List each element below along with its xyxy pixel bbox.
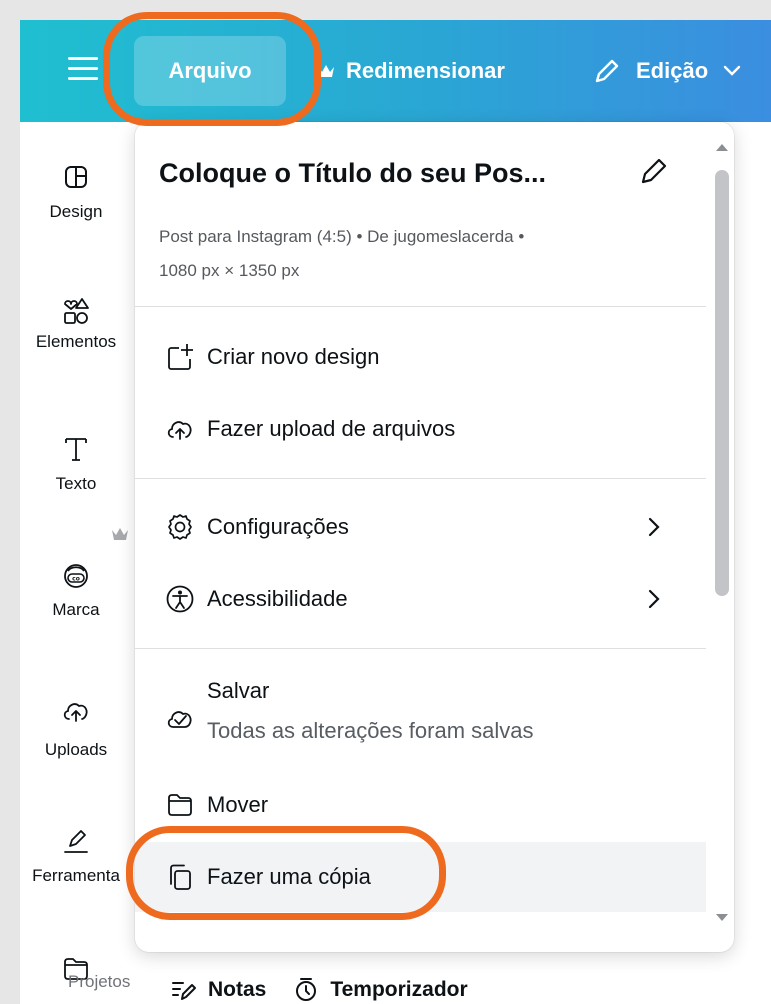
file-dropdown-menu: Coloque o Título do seu Pos... Post para… — [135, 122, 734, 952]
hamburger-menu-icon[interactable] — [68, 56, 98, 82]
menu-item-accessibility[interactable]: Acessibilidade — [135, 564, 706, 634]
resize-label: Redimensionar — [346, 58, 505, 83]
sidebar-item-elements[interactable]: Elementos — [20, 248, 132, 358]
accessibility-icon — [166, 585, 194, 613]
menu-item-label: Configurações — [207, 514, 349, 539]
layout-icon — [65, 166, 87, 188]
sidebar-item-uploads[interactable]: Uploads — [20, 656, 132, 766]
sidebar-item-label: Design — [49, 202, 103, 221]
save-label: Salvar — [207, 678, 270, 703]
notes-button[interactable]: Notas — [170, 976, 266, 1004]
menu-item-label: Fazer uma cópia — [207, 864, 371, 889]
scroll-down-arrow-icon[interactable] — [716, 914, 728, 921]
menu-divider — [135, 648, 706, 649]
menu-scrollbar[interactable] — [708, 122, 734, 952]
menu-divider — [135, 478, 706, 479]
timer-button[interactable]: Temporizador — [292, 976, 468, 1004]
menu-item-upload-files[interactable]: Fazer upload de arquivos — [135, 394, 706, 464]
editor-app: Arquivo Redimensionar Edição Design Elem… — [20, 20, 771, 1004]
crown-icon — [318, 65, 334, 77]
pencil-icon — [595, 59, 619, 83]
top-toolbar: Arquivo Redimensionar Edição — [20, 20, 771, 122]
sidebar-item-design[interactable]: Design — [20, 122, 132, 232]
file-menu-button[interactable]: Arquivo — [134, 36, 286, 106]
chevron-down-icon — [723, 65, 741, 76]
chevron-right-icon — [648, 517, 660, 537]
menu-item-label: Criar novo design — [207, 344, 380, 369]
menu-item-move[interactable]: Mover — [135, 770, 706, 840]
menu-item-label: Fazer upload de arquivos — [207, 416, 456, 441]
chevron-right-icon — [648, 589, 660, 609]
left-sidebar: Design Elementos Texto co Marca Uploads … — [20, 122, 132, 1004]
cloud-check-icon — [167, 711, 192, 728]
menu-item-make-copy[interactable]: Fazer uma cópia — [135, 842, 706, 912]
design-title[interactable]: Coloque o Título do seu Pos... — [159, 158, 546, 189]
sidebar-item-label: Projetos — [68, 972, 131, 991]
shapes-icon — [64, 298, 89, 324]
menu-item-save[interactable]: Salvar Todas as alterações foram salvas — [135, 678, 706, 758]
scroll-up-arrow-icon[interactable] — [716, 144, 728, 151]
design-dimensions: 1080 px × 1350 px — [159, 261, 300, 280]
sidebar-item-label: Ferramenta — [32, 866, 120, 885]
menu-item-label: Acessibilidade — [207, 586, 348, 611]
edit-mode-button[interactable]: Edição — [592, 50, 742, 92]
sidebar-item-tools[interactable]: Ferramenta — [20, 786, 132, 896]
folder-icon — [168, 794, 192, 816]
menu-item-settings[interactable]: Configurações — [135, 492, 706, 562]
bottom-toolbar: Notas Temporizador — [170, 970, 468, 1004]
menu-divider — [135, 306, 706, 307]
brand-icon: co — [64, 564, 88, 588]
menu-item-label: Mover — [207, 792, 269, 817]
crown-icon — [112, 528, 128, 540]
edit-mode-label: Edição — [636, 58, 709, 83]
gear-icon — [168, 514, 192, 540]
sidebar-item-text[interactable]: Texto — [20, 384, 132, 494]
notes-icon — [172, 982, 196, 1000]
save-status-text: Todas as alterações foram salvas — [207, 718, 534, 743]
menu-item-create-design[interactable]: Criar novo design — [135, 322, 706, 392]
timer-label: Temporizador — [330, 978, 468, 1001]
file-menu-label: Arquivo — [168, 58, 252, 83]
notes-label: Notas — [208, 978, 267, 1001]
edit-title-pencil-icon[interactable] — [637, 154, 671, 188]
copy-icon — [170, 864, 191, 890]
design-info-line: Post para Instagram (4:5) • De jugomesla… — [159, 227, 525, 246]
timer-icon — [296, 978, 317, 1001]
text-icon — [65, 438, 87, 461]
sidebar-item-label: Elementos — [35, 332, 117, 351]
add-design-icon — [168, 344, 193, 370]
draw-tool-icon — [64, 830, 88, 853]
design-info: Post para Instagram (4:5) • De jugomesla… — [159, 220, 679, 288]
svg-text:co: co — [72, 576, 80, 583]
scroll-thumb[interactable] — [715, 170, 729, 596]
sidebar-item-label: Texto — [55, 474, 97, 493]
sidebar-item-label: Marca — [52, 600, 100, 619]
upload-cloud-icon — [63, 703, 88, 722]
sidebar-item-label: Uploads — [44, 740, 108, 759]
upload-cloud-icon — [167, 421, 192, 440]
resize-button[interactable]: Redimensionar — [316, 50, 505, 92]
